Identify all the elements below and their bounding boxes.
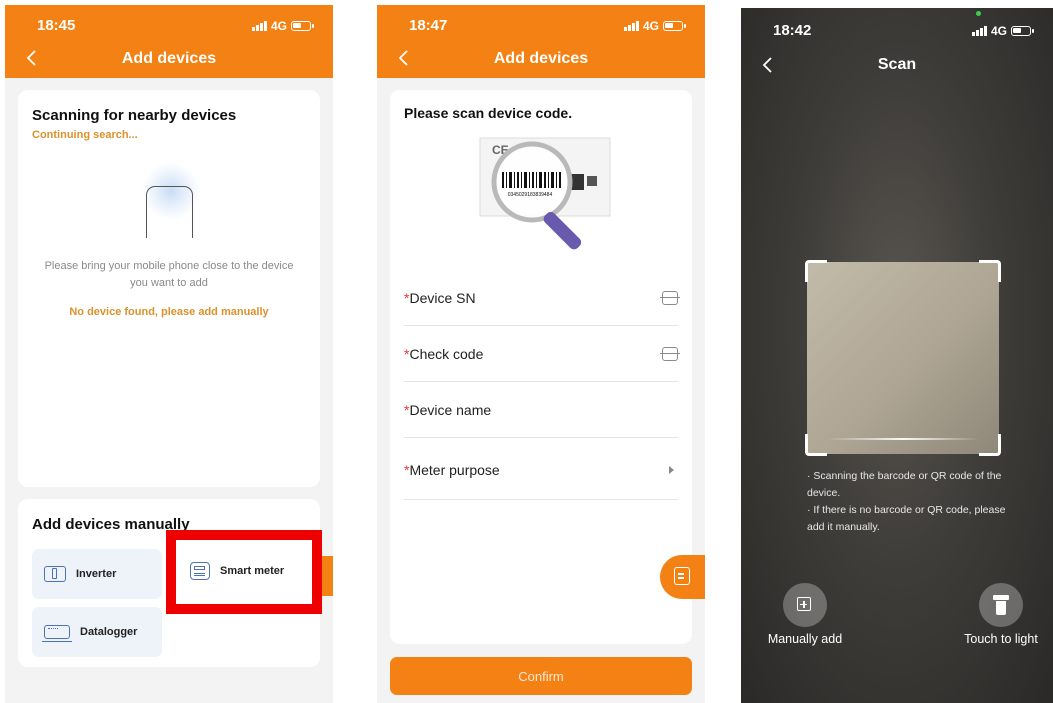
network-type: 4G bbox=[990, 24, 1007, 38]
device-option-inverter[interactable]: Inverter bbox=[32, 549, 162, 599]
page-title: Scan bbox=[877, 56, 917, 73]
add-devices-form-screen: 18:47 4G Add devices Please scan device … bbox=[377, 5, 705, 703]
inverter-icon bbox=[44, 566, 66, 582]
status-time: 18:45 bbox=[37, 17, 76, 34]
device-option-label: Inverter bbox=[76, 568, 117, 580]
scan-icon[interactable] bbox=[660, 346, 680, 361]
field-label: Device name bbox=[409, 401, 492, 418]
battery-icon bbox=[1011, 26, 1034, 36]
device-option-label: Datalogger bbox=[80, 626, 138, 638]
check-code-field[interactable]: *Check code bbox=[404, 326, 680, 382]
flashlight-button[interactable] bbox=[979, 583, 1023, 627]
no-device-found-link[interactable]: No device found, please add manually bbox=[18, 306, 320, 318]
datalogger-icon bbox=[42, 625, 72, 642]
status-time: 18:47 bbox=[409, 17, 448, 34]
scan-line bbox=[827, 438, 979, 440]
signal-icon bbox=[251, 21, 267, 31]
flashlight-label: Touch to light bbox=[964, 632, 1038, 646]
scanning-subtitle: Continuing search... bbox=[32, 129, 138, 141]
viewfinder-corner bbox=[979, 434, 1001, 456]
camera-in-use-indicator bbox=[976, 11, 981, 16]
device-option-label: Smart meter bbox=[220, 565, 285, 577]
field-label: Device SN bbox=[409, 289, 476, 306]
meter-purpose-select[interactable]: *Meter purpose bbox=[404, 440, 678, 500]
battery-icon bbox=[291, 21, 314, 31]
signal-icon bbox=[623, 21, 639, 31]
scan-prompt: Please scan device code. bbox=[404, 105, 573, 121]
top-bar: 18:45 4G Add devices bbox=[5, 5, 333, 78]
device-name-field[interactable]: *Device name bbox=[404, 382, 678, 438]
scan-viewfinder bbox=[805, 260, 1001, 456]
field-label: Check code bbox=[409, 345, 484, 362]
manual-entry-fab[interactable] bbox=[660, 555, 705, 599]
page-title: Add devices bbox=[121, 50, 217, 67]
smart-meter-highlight-box: Smart meter bbox=[166, 530, 322, 614]
viewfinder-corner bbox=[805, 434, 827, 456]
viewfinder-corner bbox=[979, 260, 1001, 282]
proximity-hint: Please bring your mobile phone close to … bbox=[44, 260, 294, 289]
smart-meter-icon bbox=[190, 562, 210, 580]
arrow-right-icon bbox=[669, 465, 674, 474]
scan-screen: 18:42 4G Scan · Scanning the barcode or … bbox=[741, 8, 1053, 703]
edit-form-icon bbox=[674, 567, 690, 585]
scan-tip: · Scanning the barcode or QR code of the… bbox=[807, 470, 1002, 499]
flashlight-icon bbox=[993, 595, 1009, 600]
network-type: 4G bbox=[642, 19, 659, 33]
top-bar: 18:47 4G Add devices bbox=[377, 5, 705, 78]
scan-tips: · Scanning the barcode or QR code of the… bbox=[807, 468, 1007, 536]
scan-icon[interactable] bbox=[660, 290, 680, 305]
status-indicators: 4G bbox=[971, 24, 1034, 38]
status-indicators: 4G bbox=[251, 19, 314, 33]
signal-icon bbox=[971, 26, 987, 36]
page-title: Add devices bbox=[493, 50, 589, 67]
field-label: Meter purpose bbox=[409, 461, 500, 478]
device-sn-field[interactable]: *Device SN bbox=[404, 270, 680, 326]
add-square-icon bbox=[797, 597, 811, 611]
network-type: 4G bbox=[270, 19, 287, 33]
barcode-serial: 0345029183839484 bbox=[508, 192, 553, 198]
battery-icon bbox=[663, 21, 686, 31]
status-indicators: 4G bbox=[623, 19, 686, 33]
manually-add-label: Manually add bbox=[767, 632, 843, 646]
scan-tip: · If there is no barcode or QR code, ple… bbox=[807, 504, 1006, 533]
confirm-button[interactable]: Confirm bbox=[390, 657, 692, 695]
scanning-title: Scanning for nearby devices bbox=[32, 107, 237, 124]
device-option-datalogger[interactable]: Datalogger bbox=[32, 607, 162, 657]
scan-nearby-card: Scanning for nearby devices Continuing s… bbox=[18, 90, 320, 487]
viewfinder-corner bbox=[805, 260, 827, 282]
manually-add-button[interactable] bbox=[783, 583, 827, 627]
mobile-phone-icon bbox=[146, 186, 193, 238]
device-option-smart-meter[interactable]: Smart meter bbox=[178, 545, 302, 597]
barcode-magnifier-illustration: CE 0345029183839484 bbox=[479, 137, 611, 250]
device-form-card: Please scan device code. CE 034502918383… bbox=[390, 90, 692, 644]
status-time: 18:42 bbox=[773, 22, 812, 39]
